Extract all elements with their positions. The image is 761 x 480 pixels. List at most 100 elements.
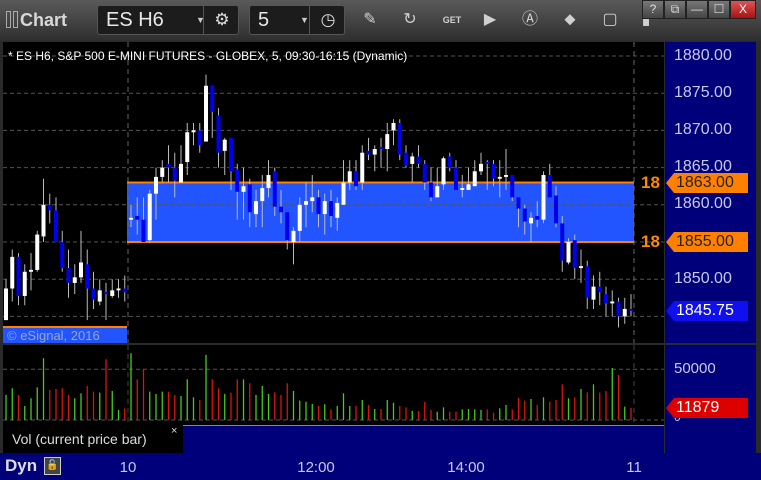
candle-body <box>29 269 33 272</box>
study-label-strip <box>183 425 664 454</box>
lock-icon[interactable]: 🔓 <box>44 457 61 475</box>
candle-body <box>491 163 496 179</box>
candle-body <box>185 132 190 163</box>
candle-body <box>210 85 215 112</box>
candle-body <box>566 242 571 263</box>
candle-body <box>160 167 165 177</box>
time-tick-label: 10 <box>119 459 137 476</box>
candle-body <box>385 134 390 149</box>
candle-body <box>104 292 108 295</box>
candle-body <box>616 301 621 317</box>
price-tick-label: 1875.00 <box>674 84 732 101</box>
candle-body <box>254 201 258 215</box>
candle-body <box>535 215 540 220</box>
candle-body <box>135 215 140 220</box>
candle-body <box>291 230 296 242</box>
price-tick-label: 1870.00 <box>674 121 732 138</box>
candle-body <box>454 167 458 190</box>
candle-body <box>560 223 565 261</box>
candle-body <box>304 201 308 205</box>
candle-body <box>391 122 396 131</box>
price-tick-label: 1850.00 <box>674 270 732 287</box>
candle-body <box>222 139 227 151</box>
candle-body <box>241 186 246 192</box>
candle-body <box>260 188 265 202</box>
candle-body <box>341 182 346 205</box>
candle-body <box>116 288 121 291</box>
candle-body <box>197 130 202 146</box>
candle-body <box>16 256 21 296</box>
candle-body <box>97 290 102 302</box>
candle-body <box>235 169 240 192</box>
candle-body <box>416 156 421 164</box>
candle-body <box>541 175 546 220</box>
candle-body <box>172 167 177 181</box>
candle-body <box>41 204 46 237</box>
candle-body <box>329 201 333 216</box>
candle-body <box>35 234 40 270</box>
candle-body <box>122 288 127 293</box>
candle-body <box>622 308 627 317</box>
candle-body <box>47 204 52 211</box>
candle-body <box>335 202 340 218</box>
dynamic-mode-label[interactable]: Dyn <box>5 456 37 476</box>
candle-body <box>85 264 90 289</box>
candle-body <box>297 204 302 231</box>
candle-body <box>422 163 427 183</box>
candle-body <box>554 195 558 224</box>
candle-body <box>216 115 221 153</box>
copyright-notice: © eSignal, 2016 <box>3 326 127 343</box>
chart-header: * ES H6, S&P 500 E-MINI FUTURES - GLOBEX… <box>8 49 408 63</box>
candle-body <box>179 163 183 183</box>
candle-body <box>366 150 371 155</box>
candle-body <box>204 85 208 142</box>
time-tick-label: 14:00 <box>447 459 485 476</box>
candle-body <box>397 122 402 155</box>
candle-body <box>379 147 383 149</box>
candle-body <box>460 188 465 190</box>
candle-body <box>229 137 233 172</box>
candle-body <box>279 206 283 213</box>
time-tick-label: 11 <box>626 459 642 476</box>
candle-body <box>166 163 171 168</box>
candle-body <box>610 301 615 304</box>
candle-body <box>54 210 58 242</box>
candle-body <box>141 219 146 242</box>
candle-body <box>10 256 15 289</box>
band-lower-side-label: 18 <box>641 232 660 251</box>
candle-body <box>572 240 577 269</box>
close-study-icon[interactable]: × <box>171 425 177 437</box>
candle-body <box>316 197 321 215</box>
candle-body <box>516 197 521 209</box>
candle-body <box>547 175 552 198</box>
candle-body <box>497 176 502 179</box>
candle-body <box>60 242 65 269</box>
candle-body <box>597 286 602 293</box>
candle-body <box>91 288 96 300</box>
candle-body <box>72 277 77 283</box>
band-lower-price-tag: 1855.00 <box>666 232 748 252</box>
candle-body <box>410 156 415 164</box>
candle-body <box>322 201 327 215</box>
candle-body <box>247 184 252 213</box>
time-axis[interactable] <box>0 453 761 480</box>
candle-body <box>310 197 315 202</box>
candle-body <box>191 130 196 133</box>
candle-body <box>529 217 533 224</box>
candle-body <box>285 212 290 241</box>
candle-body <box>429 182 433 198</box>
candle-body <box>354 171 358 187</box>
candle-body <box>266 175 271 189</box>
candle-body <box>147 193 152 241</box>
candle-body <box>472 171 477 187</box>
last-price-tag: 1845.75 <box>666 301 748 321</box>
candle-body <box>604 294 608 304</box>
volume-last-tag: 11879 <box>666 398 748 418</box>
price-tick-label: 1880.00 <box>674 47 732 64</box>
candle-body <box>510 175 515 198</box>
volume-study-label[interactable]: Vol (current price bar) <box>3 425 183 453</box>
candle-body <box>441 158 446 185</box>
candle-body <box>372 149 377 155</box>
candle-body <box>629 308 633 311</box>
candle-body <box>466 184 471 190</box>
